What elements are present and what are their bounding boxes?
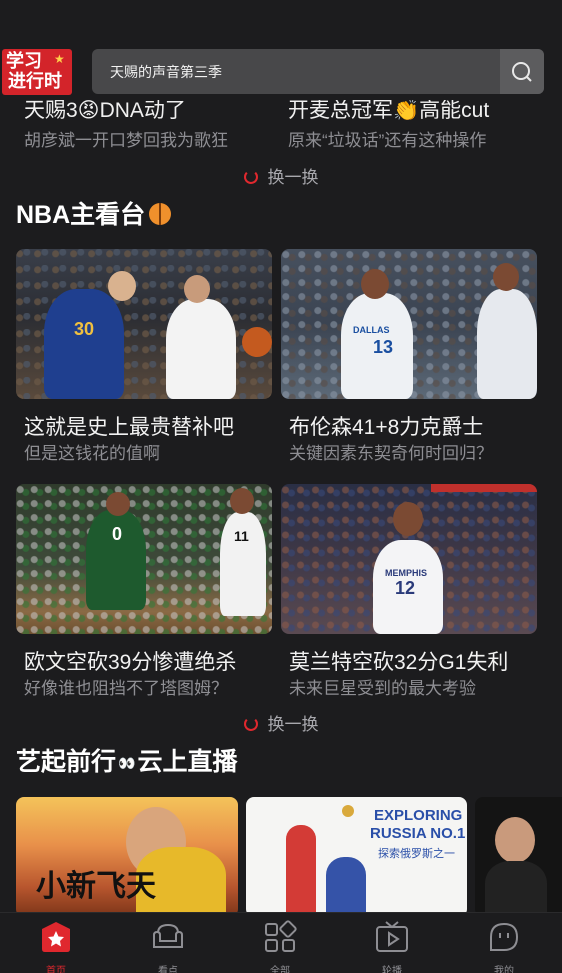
video-thumbnail[interactable]: MEMPHIS 12 <box>281 484 537 634</box>
card-title[interactable]: 莫兰特空砍32分G1失利 <box>289 646 508 676</box>
jersey-number: 30 <box>74 319 95 339</box>
logo-line-1: 学习 <box>6 51 42 71</box>
refresh-icon <box>243 717 258 731</box>
refresh-button[interactable]: 换一换 <box>0 710 562 736</box>
card-title[interactable]: 布伦森41+8力克爵士 <box>289 411 483 441</box>
jersey-team-text: DALLAS <box>353 325 390 335</box>
jersey-number: 11 <box>234 528 249 544</box>
profile-icon <box>490 922 519 951</box>
live-card[interactable]: 小新飞天 <box>16 797 238 917</box>
top-bar: 学习 ★ 进行时 天赐的声音第三季 <box>0 0 562 100</box>
basketball-icon <box>242 327 272 357</box>
tab-watch[interactable]: 看点 <box>128 913 208 973</box>
jersey-number: 12 <box>395 578 416 598</box>
tab-label: 轮播 <box>382 966 402 973</box>
jersey-number: 0 <box>112 524 123 544</box>
card-subtitle: 但是这钱花的值啊 <box>24 444 160 463</box>
app-logo[interactable]: 学习 ★ 进行时 <box>2 49 72 95</box>
card-subtitle: 未来巨星受到的最大考验 <box>289 679 476 698</box>
card-title[interactable]: 这就是史上最贵替补吧 <box>24 411 234 441</box>
live-card-subheading: 探索俄罗斯之一 <box>378 848 455 860</box>
card-subtitle: 关键因素东契奇何时回归？ <box>289 444 493 463</box>
search-bar[interactable]: 天赐的声音第三季 <box>92 49 544 94</box>
prev-card-subtitle: 胡彦斌一开口梦回我为歌狂 <box>24 131 228 150</box>
performer-image <box>495 817 535 863</box>
refresh-label: 换一换 <box>267 168 319 187</box>
tab-carousel[interactable]: 轮播 <box>352 913 432 973</box>
jersey-team-text: MEMPHIS <box>385 568 428 578</box>
tab-label: 我的 <box>494 966 514 973</box>
grid-icon <box>265 920 297 952</box>
tab-label: 全部 <box>270 966 290 973</box>
bottom-tab-bar: 首页 看点 全部 轮播 我的 <box>0 912 562 973</box>
section-title-suffix: 云上直播 <box>137 748 238 776</box>
search-button[interactable] <box>500 49 544 94</box>
card-title[interactable]: 欧文空砍39分惨遭绝杀 <box>24 646 236 676</box>
tab-profile[interactable]: 我的 <box>464 913 544 973</box>
prev-card-subtitle: 原来“垃圾话”还有这种操作 <box>288 131 487 150</box>
search-icon <box>512 62 532 82</box>
tab-label: 看点 <box>158 966 178 973</box>
jersey-number: 13 <box>373 337 394 357</box>
video-thumbnail[interactable]: 0 11 <box>16 484 272 634</box>
sofa-icon <box>153 923 183 948</box>
live-card-heading: RUSSIA NO.1 <box>370 825 466 842</box>
section-title-text: NBA主看台 <box>16 201 146 229</box>
tab-label: 首页 <box>46 966 66 973</box>
logo-line-2: 进行时 <box>8 71 62 91</box>
live-section-title: 艺起前行 👀云上直播 <box>16 742 237 778</box>
video-thumbnail[interactable]: 30 <box>16 249 272 399</box>
live-card[interactable] <box>475 797 562 917</box>
search-input[interactable]: 天赐的声音第三季 <box>110 62 222 82</box>
live-card-heading: EXPLORING <box>374 807 463 824</box>
refresh-button[interactable]: 换一换 <box>0 163 562 189</box>
tab-home[interactable]: 首页 <box>16 913 96 973</box>
section-title-text: 艺起前行 <box>16 748 117 776</box>
eyes-icon: 👀 <box>118 755 136 771</box>
card-subtitle: 好像谁也阻挡不了塔图姆？ <box>24 679 228 698</box>
tab-all[interactable]: 全部 <box>240 913 320 973</box>
logo-icon <box>342 805 354 817</box>
nba-section-title: NBA主看台 <box>16 195 172 231</box>
live-card-title-art: 小新飞天 <box>36 869 156 904</box>
live-card[interactable]: EXPLORING RUSSIA NO.1 探索俄罗斯之一 <box>246 797 467 917</box>
star-icon: ★ <box>54 52 65 66</box>
previous-section-row: 天赐3😡DNA动了 胡彦斌一开口梦回我为歌狂 开麦总冠军👏高能cut 原来“垃圾… <box>0 92 562 152</box>
tv-play-icon <box>376 921 408 952</box>
basketball-icon <box>149 203 172 225</box>
refresh-label: 换一换 <box>267 715 319 734</box>
home-star-icon <box>42 922 70 952</box>
video-thumbnail[interactable]: DALLAS 13 <box>281 249 537 399</box>
refresh-icon <box>243 170 258 184</box>
